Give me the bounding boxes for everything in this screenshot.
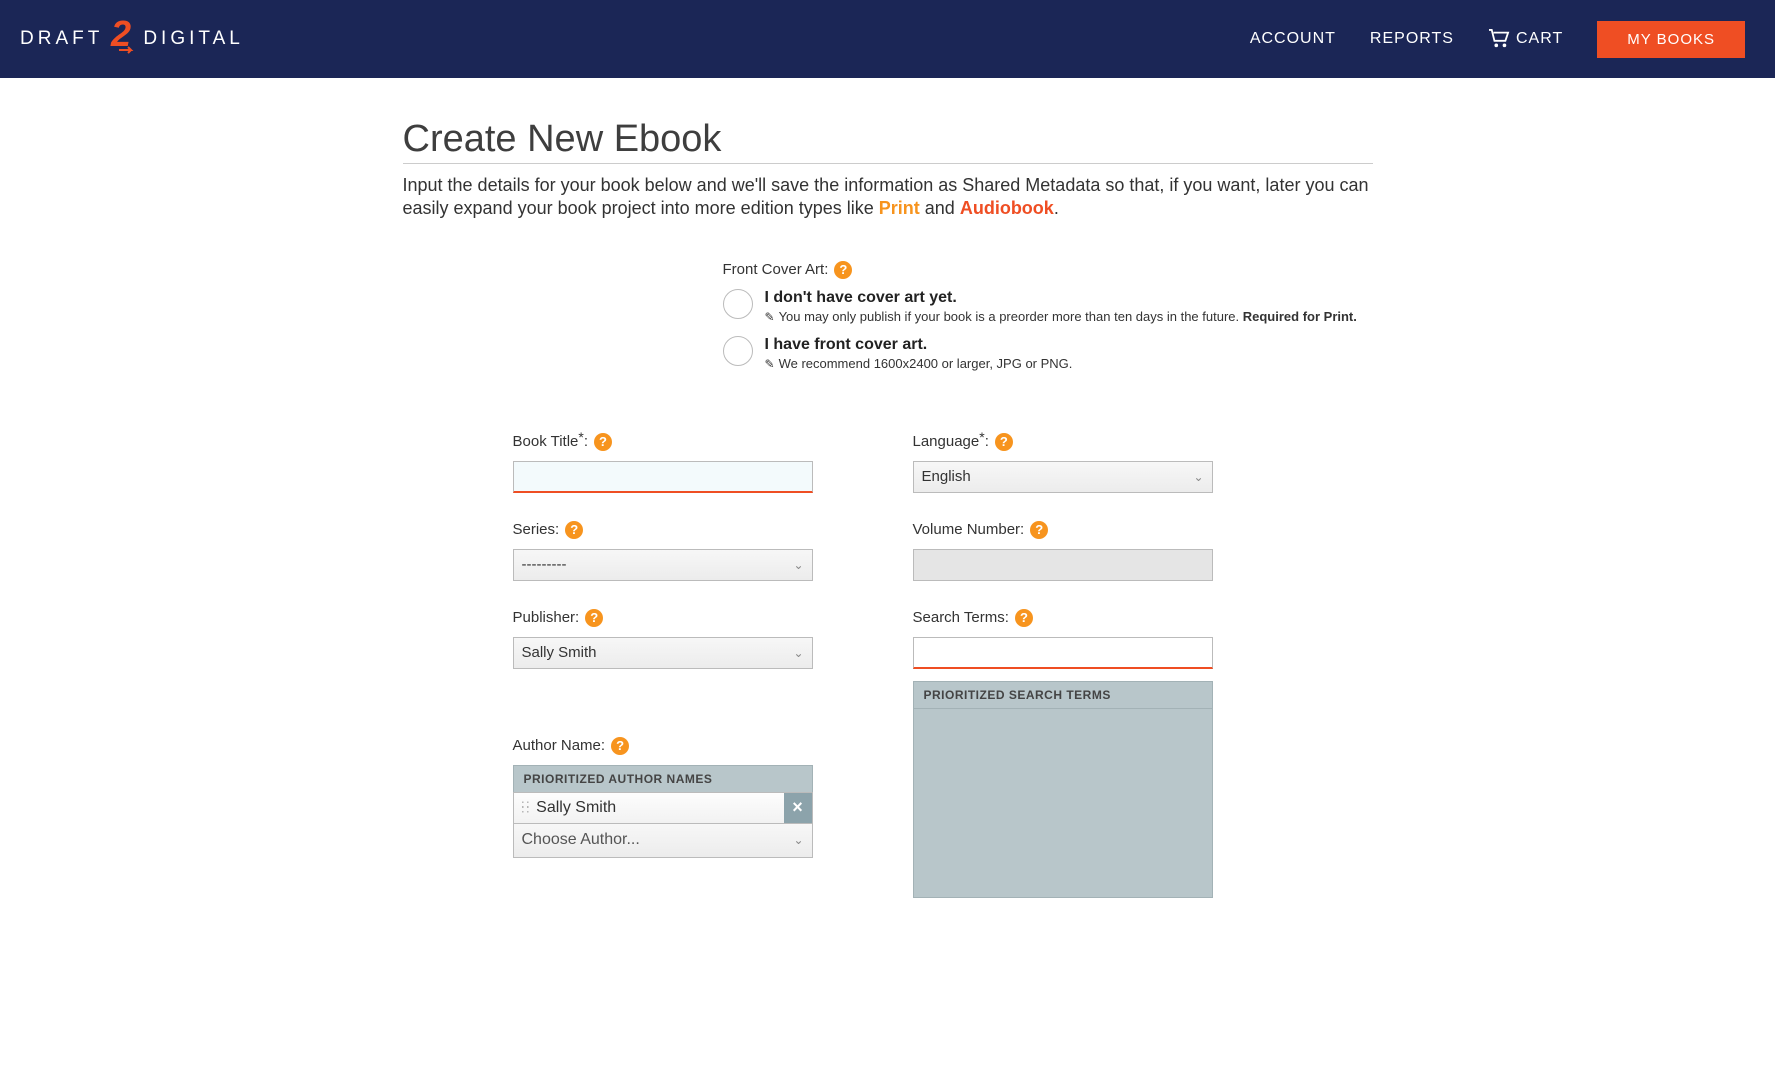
remove-author-button[interactable]: × [784,793,812,823]
choose-author-label: Choose Author... [522,831,640,849]
drag-grip-icon[interactable]: ∷∷ [522,803,529,813]
field-series: Series: ? --------- ⌄ [513,521,813,581]
header: DRAFT 2 DIGITAL ACCOUNT REPORTS CART MY … [0,0,1775,78]
volume-label: Volume Number: [913,521,1025,538]
intro-and: and [920,198,960,218]
author-panel-header: PRIORITIZED AUTHOR NAMES [513,765,813,792]
intro-print: Print [879,198,920,218]
brand-left: DRAFT [20,28,103,50]
opt1-note-a: You may only publish if your book is a p… [779,309,1243,324]
my-books-button[interactable]: MY BOOKS [1597,21,1745,58]
brand-right: DIGITAL [143,28,244,50]
book-title-label: Book Title [513,433,579,450]
chevron-down-icon: ⌄ [793,558,803,572]
cover-opt1-label: I don't have cover art yet. [765,289,1357,307]
help-icon[interactable]: ? [594,433,612,451]
help-icon[interactable]: ? [611,737,629,755]
cover-label-row: Front Cover Art: ? [723,261,1373,279]
help-icon[interactable]: ? [1015,609,1033,627]
field-volume: Volume Number: ? [913,521,1213,581]
opt2-note: We recommend 1600x2400 or larger, JPG or… [779,356,1073,373]
cover-option-no-art[interactable]: I don't have cover art yet. ✎ You may on… [723,289,1373,326]
publisher-select[interactable]: Sally Smith ⌄ [513,637,813,669]
chevron-down-icon: ⌄ [793,646,803,660]
field-book-title: Book Title*: ? [513,433,813,493]
colon: : [985,433,989,450]
nav-reports[interactable]: REPORTS [1370,30,1454,48]
intro-audio: Audiobook [960,198,1054,218]
search-terms-label: Search Terms: [913,609,1009,626]
cover-option-have-art[interactable]: I have front cover art. ✎ We recommend 1… [723,336,1373,373]
search-terms-input[interactable] [913,637,1213,669]
logo-2-icon: 2 [103,14,143,58]
radio-icon[interactable] [723,336,753,366]
required-star: * [578,429,583,445]
field-publisher: Publisher: ? Sally Smith ⌄ [513,609,813,709]
pencil-icon: ✎ [765,357,775,373]
language-value: English [922,468,971,485]
publisher-label: Publisher: [513,609,580,626]
intro-text: Input the details for your book below an… [403,174,1373,221]
series-select[interactable]: --------- ⌄ [513,549,813,581]
cart-label: CART [1516,30,1563,48]
cart-icon [1488,29,1510,49]
author-label: Author Name: [513,737,606,754]
nav: ACCOUNT REPORTS CART MY BOOKS [1250,21,1745,58]
field-author: Author Name: ? PRIORITIZED AUTHOR NAMES … [513,737,813,898]
help-icon[interactable]: ? [995,433,1013,451]
search-terms-panel-header: PRIORITIZED SEARCH TERMS [913,681,1213,708]
intro-end: . [1054,198,1059,218]
cover-opt1-text: I don't have cover art yet. ✎ You may on… [765,289,1357,326]
author-chip[interactable]: ∷∷ Sally Smith × [513,792,813,824]
search-terms-list [913,708,1213,898]
pencil-icon: ✎ [765,310,775,326]
chevron-down-icon: ⌄ [1193,470,1203,484]
form-grid: Book Title*: ? Language*: ? English ⌄ Se… [513,433,1373,898]
field-language: Language*: ? English ⌄ [913,433,1213,493]
language-label: Language [913,433,980,450]
help-icon[interactable]: ? [834,261,852,279]
main-container: Create New Ebook Input the details for y… [393,118,1383,898]
opt1-note-b: Required for Print. [1243,309,1357,324]
series-label: Series: [513,521,560,538]
cover-opt2-text: I have front cover art. ✎ We recommend 1… [765,336,1073,373]
cover-opt1-note: ✎ You may only publish if your book is a… [765,309,1357,326]
svg-text:2: 2 [110,14,135,54]
colon: : [584,433,588,450]
language-select[interactable]: English ⌄ [913,461,1213,493]
logo-text: DRAFT 2 DIGITAL [20,14,244,64]
required-star: * [979,429,984,445]
cover-opt2-label: I have front cover art. [765,336,1073,354]
logo[interactable]: DRAFT 2 DIGITAL [20,14,244,64]
page-title: Create New Ebook [403,118,1373,164]
choose-author-select[interactable]: Choose Author... ⌄ [513,824,813,858]
publisher-value: Sally Smith [522,644,597,661]
volume-input [913,549,1213,581]
cover-label: Front Cover Art: [723,261,829,278]
chevron-down-icon: ⌄ [793,833,803,847]
help-icon[interactable]: ? [585,609,603,627]
cover-opt2-note: ✎ We recommend 1600x2400 or larger, JPG … [765,356,1073,373]
field-search-terms: Search Terms: ? PRIORITIZED SEARCH TERMS [913,609,1213,898]
help-icon[interactable]: ? [565,521,583,539]
nav-account[interactable]: ACCOUNT [1250,30,1336,48]
radio-icon[interactable] [723,289,753,319]
book-title-input[interactable] [513,461,813,493]
help-icon[interactable]: ? [1030,521,1048,539]
author-chip-name: Sally Smith [536,799,616,817]
nav-cart[interactable]: CART [1488,29,1563,49]
cover-section: Front Cover Art: ? I don't have cover ar… [723,261,1373,373]
series-value: --------- [522,556,567,573]
